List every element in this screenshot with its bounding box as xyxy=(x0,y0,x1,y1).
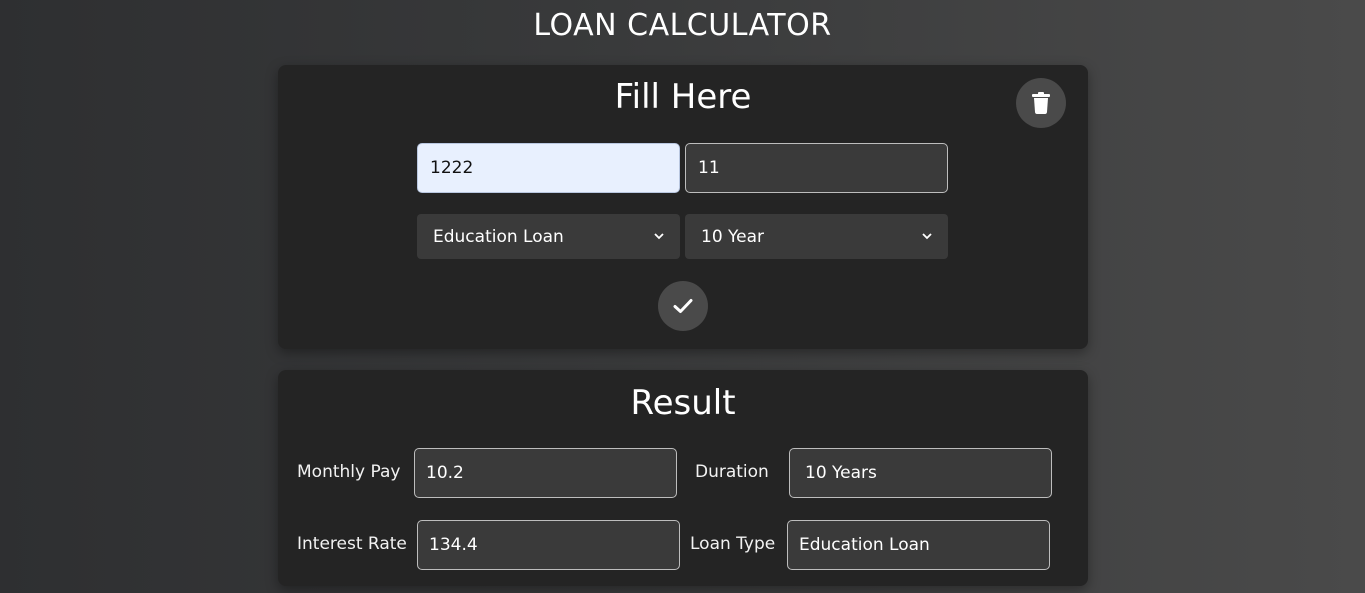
interest-rate-field: 134.4 xyxy=(417,520,680,570)
result-card: Result Monthly Pay 10.2 Duration 10 Year… xyxy=(278,370,1088,586)
loan-type-select[interactable]: Education Loan xyxy=(417,214,680,259)
delete-button[interactable] xyxy=(1016,78,1066,128)
monthly-pay-label: Monthly Pay xyxy=(297,462,401,482)
loan-type-label: Loan Type xyxy=(690,534,776,554)
chevron-down-icon xyxy=(654,233,664,240)
loan-type-value: Education Loan xyxy=(799,535,930,555)
loan-type-field: Education Loan xyxy=(787,520,1050,570)
duration-field: 10 Years xyxy=(789,448,1052,498)
duration-select[interactable]: 10 Year xyxy=(685,214,948,259)
loan-type-selected-value: Education Loan xyxy=(433,226,564,247)
calculate-button[interactable] xyxy=(658,281,708,331)
duration-label: Duration xyxy=(695,462,769,482)
monthly-pay-field: 10.2 xyxy=(414,448,677,498)
interest-rate-value: 134.4 xyxy=(429,535,478,555)
duration-value: 10 Years xyxy=(805,463,877,483)
check-icon xyxy=(673,299,693,313)
chevron-down-icon xyxy=(922,233,932,240)
fill-form-title: Fill Here xyxy=(614,77,752,117)
duration-selected-value: 10 Year xyxy=(701,226,765,247)
result-title: Result xyxy=(630,383,736,423)
monthly-pay-value: 10.2 xyxy=(426,463,464,483)
interest-rate-input[interactable] xyxy=(685,143,948,193)
fill-form-card: Fill Here Education Loan 10 Year xyxy=(278,65,1088,349)
loan-amount-input[interactable] xyxy=(417,143,680,193)
trash-icon xyxy=(1032,92,1050,114)
page-title: LOAN CALCULATOR xyxy=(533,8,832,43)
interest-rate-label: Interest Rate xyxy=(297,534,407,554)
